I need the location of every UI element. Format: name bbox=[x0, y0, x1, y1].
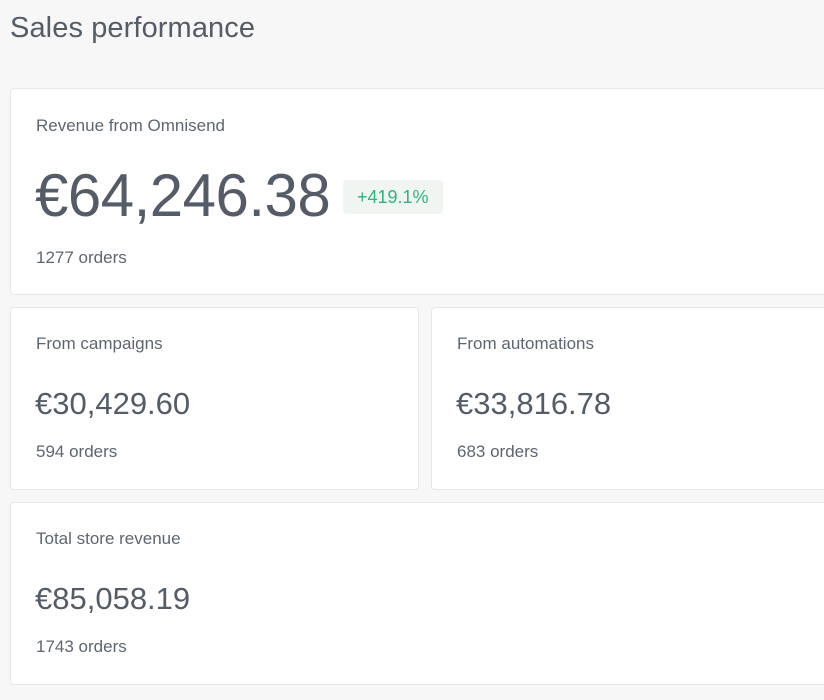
automations-orders-count: 683 orders bbox=[457, 442, 539, 461]
total-store-revenue-card: Total store revenue €85,058.19 1743 orde… bbox=[10, 502, 824, 685]
campaigns-revenue-value: €30,429.60 bbox=[35, 386, 191, 421]
automations-revenue-label: From automations bbox=[457, 334, 594, 353]
total-store-orders-count: 1743 orders bbox=[36, 637, 127, 656]
total-store-revenue-value: €85,058.19 bbox=[35, 581, 191, 616]
campaigns-revenue-card: From campaigns €30,429.60 594 orders bbox=[10, 307, 419, 490]
campaigns-orders-count: 594 orders bbox=[36, 442, 118, 461]
sales-performance-page: Sales performance Revenue from Omnisend … bbox=[0, 0, 824, 700]
revenue-change-badge: +419.1% bbox=[343, 180, 443, 214]
total-store-revenue-label: Total store revenue bbox=[36, 529, 181, 548]
page-title: Sales performance bbox=[10, 12, 256, 44]
omnisend-revenue-value: €64,246.38 bbox=[35, 162, 331, 229]
campaigns-revenue-label: From campaigns bbox=[36, 334, 163, 353]
automations-revenue-value: €33,816.78 bbox=[456, 386, 612, 421]
omnisend-revenue-card: Revenue from Omnisend €64,246.38 +419.1%… bbox=[10, 88, 824, 295]
omnisend-revenue-label: Revenue from Omnisend bbox=[36, 116, 225, 135]
omnisend-orders-count: 1277 orders bbox=[36, 248, 127, 267]
automations-revenue-card: From automations €33,816.78 683 orders bbox=[431, 307, 824, 490]
